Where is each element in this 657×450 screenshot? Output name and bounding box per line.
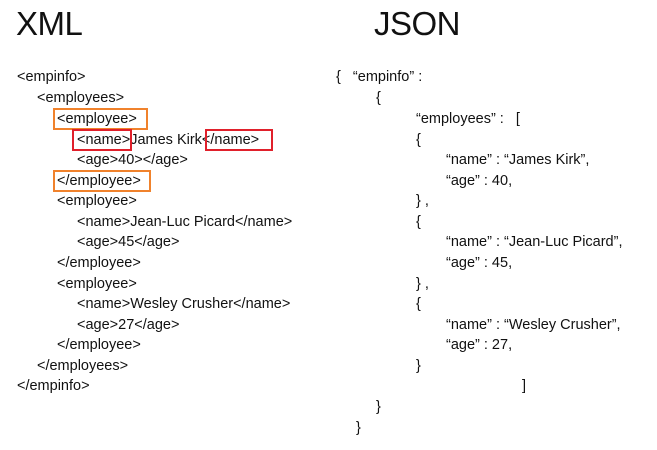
name-open-tag-highlight xyxy=(72,129,132,151)
xml-line: </empinfo> xyxy=(17,378,90,394)
json-line: } , xyxy=(416,193,429,209)
xml-line: <employee> xyxy=(57,193,137,209)
employee-open-tag-highlight xyxy=(53,108,148,130)
json-line: “age” : 45, xyxy=(446,255,513,271)
name-close-tag-highlight xyxy=(205,129,273,151)
xml-line: <name>Wesley Crusher</name> xyxy=(77,296,291,312)
json-line: { “empinfo” : xyxy=(336,69,423,85)
xml-line: <employee> xyxy=(57,276,137,292)
json-line: { xyxy=(376,90,381,106)
json-line: { xyxy=(416,296,421,312)
xml-line: <name>Jean-Luc Picard</name> xyxy=(77,214,293,230)
xml-line: <age>27</age> xyxy=(77,317,180,333)
json-line: } , xyxy=(416,276,429,292)
json-line: } xyxy=(356,420,361,436)
xml-line: </employee> xyxy=(57,337,141,353)
json-line: “name” : “James Kirk”, xyxy=(446,152,590,168)
json-line: { xyxy=(416,214,421,230)
employee-close-tag-highlight xyxy=(53,170,151,192)
json-line: } xyxy=(416,358,421,374)
xml-line: <empinfo> xyxy=(17,69,86,85)
json-line: “age” : 40, xyxy=(446,173,513,189)
xml-line: <age>40></age> xyxy=(77,152,188,168)
xml-line: </employees> xyxy=(37,358,129,374)
json-line: “employees” : [ xyxy=(416,111,520,127)
json-line: ] xyxy=(522,378,527,394)
json-heading: JSON xyxy=(374,5,461,42)
json-line: { xyxy=(416,132,421,148)
xml-line: </employee> xyxy=(57,255,141,271)
xml-line: <age>45</age> xyxy=(77,234,180,250)
json-line: } xyxy=(376,399,381,415)
json-line: “name” : “Wesley Crusher”, xyxy=(446,317,621,333)
json-line: “name” : “Jean-Luc Picard”, xyxy=(446,234,623,250)
xml-heading: XML xyxy=(16,5,83,42)
xml-line: <employees> xyxy=(37,90,125,106)
json-line: “age” : 27, xyxy=(446,337,513,353)
